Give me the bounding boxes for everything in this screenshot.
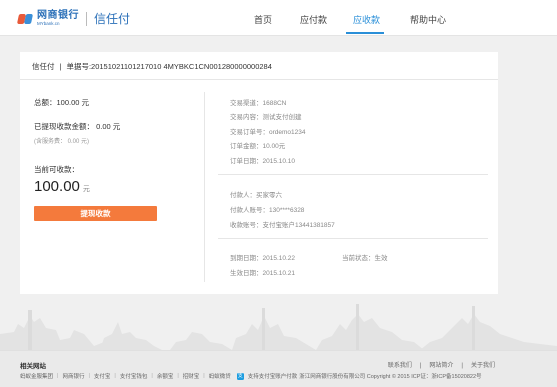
footer-link-alipay[interactable]: 支付宝 [94, 372, 111, 380]
footer-link-antfin[interactable]: 蚂蚁金服集团 [20, 372, 53, 380]
footer-link-microloan[interactable]: 蚂蚁微贷 [209, 372, 231, 380]
logo-en-text: MYbank.cn [37, 20, 60, 26]
details-divider-2 [218, 238, 488, 239]
nav-home[interactable]: 首页 [254, 13, 272, 26]
mybank-logo-icon [16, 12, 34, 26]
order-amount: 订单金额：10.00元 [230, 143, 286, 150]
receive-account: 收款账号：支付宝账户13441381857 [230, 222, 335, 229]
footer-sep: | [419, 363, 422, 369]
trade-content: 交易内容：测试支付创建 [230, 114, 302, 121]
footer-link-about[interactable]: 关于我们 [471, 363, 495, 369]
receivable-unit: 元 [82, 186, 90, 193]
active-nav-indicator [346, 32, 384, 34]
withdraw-button[interactable]: 提现收款 [34, 206, 157, 221]
order-header: 信任付 | 单据号:20151021101217010 4MYBKC1CN00128… [20, 52, 498, 80]
effective-date: 生效日期：2015.10.21 [230, 270, 296, 277]
vertical-divider [204, 92, 205, 282]
order-product: 信任付 [32, 62, 55, 71]
nav-payables[interactable]: 应付款 [300, 13, 327, 26]
receivable-amount-value: 100.00 [34, 178, 80, 195]
order-date: 订单日期：2015.10.10 [230, 158, 296, 165]
due-date: 到期日期：2015.10.22 [230, 255, 296, 262]
payer-account: 付款人账号：130****6328 [230, 207, 305, 214]
order-number: 单据号:20151021101217010 4MYBKC1CN001280000… [66, 62, 272, 71]
total-amount: 总额：100.00 元 [34, 98, 90, 107]
current-status: 当前状态：生效 [342, 255, 388, 262]
top-header: 网商银行 MYbank.cn 信任付 首页 应付款 应收款 帮助中心 [0, 0, 557, 36]
footer-link-yuebao[interactable]: 余额宝 [157, 372, 174, 380]
alipay-support-text: 支持支付宝账户付款 [247, 374, 298, 380]
order-separator: | [59, 62, 62, 71]
footer-link-zhaocaibao[interactable]: 招财宝 [183, 372, 200, 380]
receivable-label: 当前可收款： [34, 165, 79, 174]
withdrawn-amount: 已提现收款金额： 0.00 元 [34, 122, 121, 131]
city-skyline-illustration [0, 304, 557, 350]
trade-order-number: 交易订单号：ordemo1234 [230, 129, 306, 136]
logo-divider [86, 11, 87, 26]
footer-link-alipay-wallet[interactable]: 支付宝钱包 [120, 372, 148, 380]
logo-cn-text: 网商银行 [37, 9, 79, 21]
footer-related-links: 蚂蚁金服集团 | 网商银行 | 支付宝 | 支付宝钱包 | 余额宝 | 招财宝 | 蚂蚁微贷… [20, 372, 482, 380]
footer-sep: | [461, 363, 463, 369]
mybank-logo[interactable]: 网商银行 MYbank.cn 信任付 [16, 9, 131, 27]
footer-link-mybank[interactable]: 网商银行 [62, 372, 84, 380]
trade-channel: 交易渠道：1688CN [230, 100, 287, 107]
footer-link-contact[interactable]: 联系我们 [388, 363, 412, 369]
nav-help[interactable]: 帮助中心 [410, 13, 446, 26]
nav-receivables[interactable]: 应收款 [353, 13, 380, 26]
receivable-detail-card: 信任付 | 单据号:20151021101217010 4MYBKC1CN00128… [20, 52, 498, 294]
amount-summary: 总额：100.00 元 已提现收款金额： 0.00 元 (含服务费： 0.00 … [20, 80, 198, 294]
copyright-text: 浙江网商银行股份有限公司 Copyright © 2015 ICP证：浙ICP备… [299, 374, 482, 380]
details-divider-1 [218, 174, 488, 175]
site-footer: 相关网站 联系我们 | 网站简介 | 关于我们 蚂蚁金服集团 | 网商银行 | 支付宝 | 支… [0, 350, 557, 387]
alipay-icon: 支 [236, 372, 244, 380]
receivable-amount: 100.00 元 [34, 178, 90, 195]
footer-link-intro[interactable]: 网站简介 [429, 363, 453, 369]
footer-title: 相关网站 [20, 363, 46, 370]
footer-top-links: 联系我们 | 网站简介 | 关于我们 [384, 360, 499, 369]
payer: 付款人：买家零六 [230, 192, 282, 199]
product-name: 信任付 [94, 12, 131, 26]
fee-note: (含服务费： 0.00 元) [34, 139, 90, 145]
